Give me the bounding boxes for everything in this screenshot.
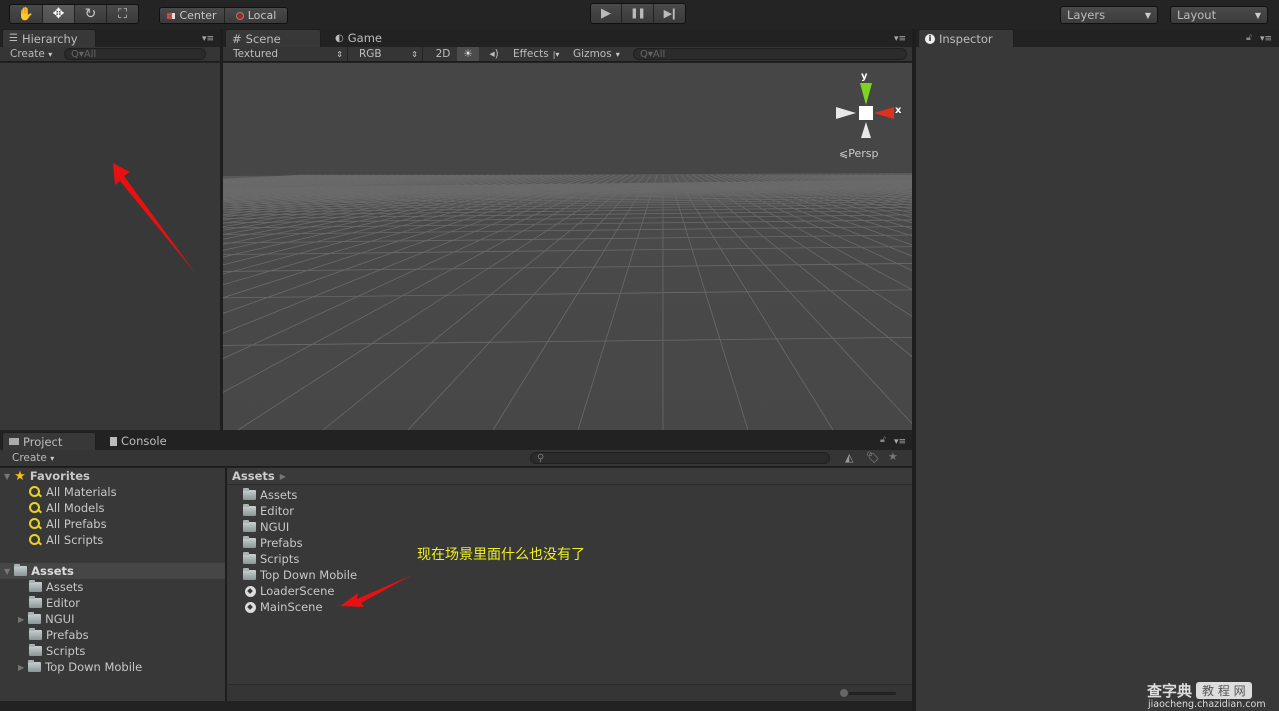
annotation-text: 现在场景里面什么也没有了 <box>417 547 585 563</box>
red-arrow-annotation <box>113 163 196 274</box>
red-arrow-annotation <box>340 575 412 607</box>
annotation-layer <box>113 163 412 607</box>
watermark-url: jiaocheng.chazidian.com <box>1148 699 1266 710</box>
watermark: 查字典 教 程 网 <box>1147 680 1252 701</box>
